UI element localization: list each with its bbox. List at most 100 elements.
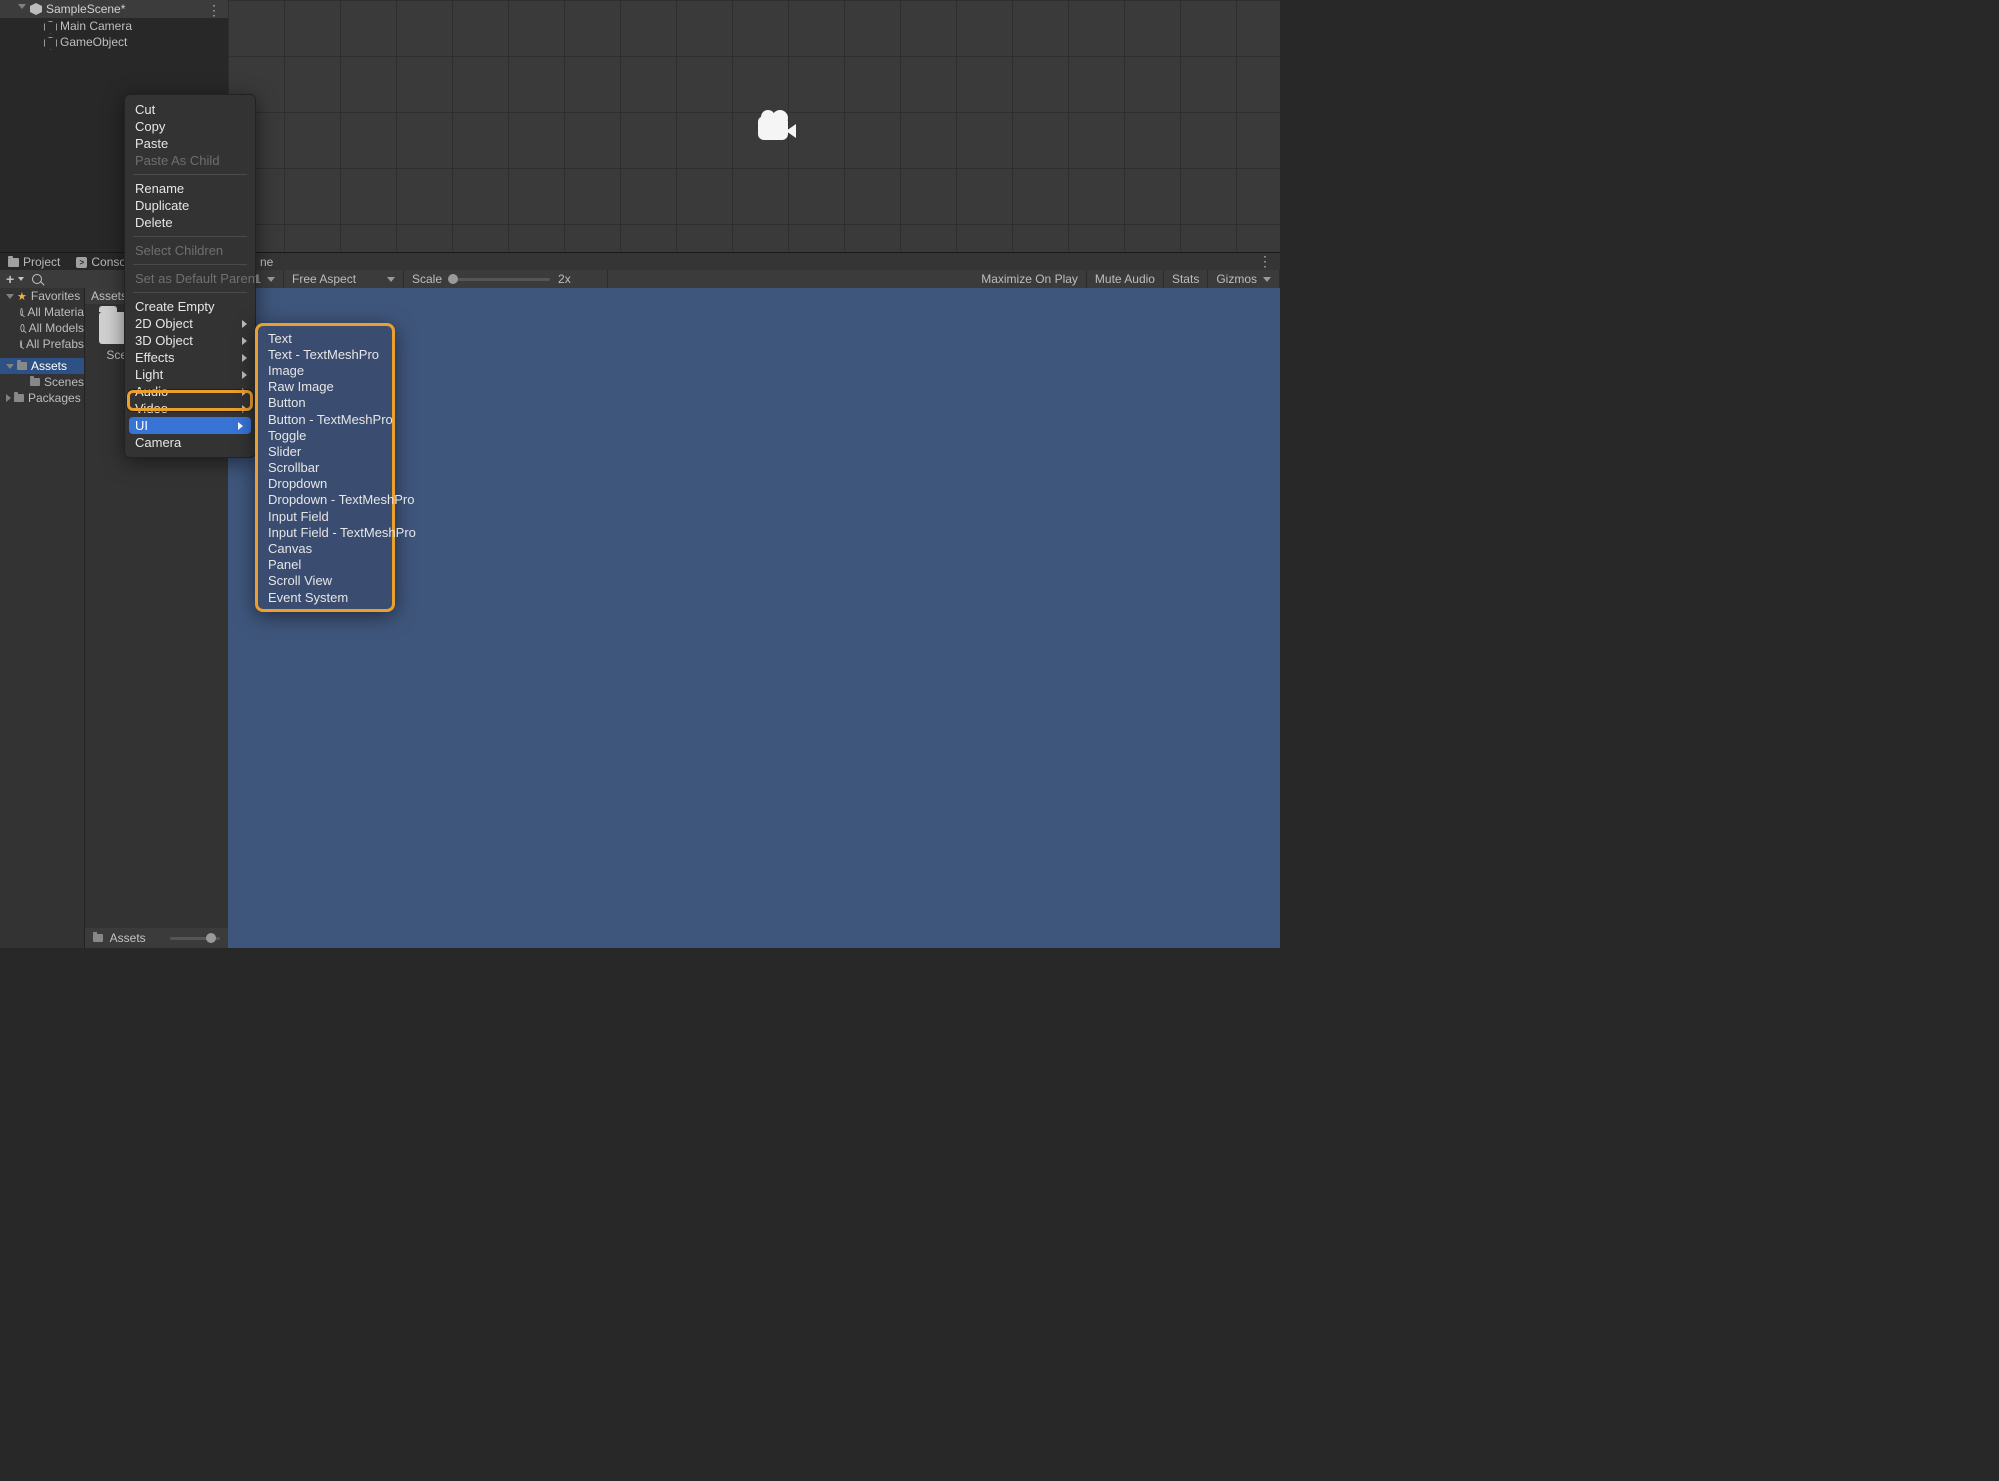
submenu-slider[interactable]: Slider <box>264 443 386 459</box>
label: All Materia <box>27 305 84 319</box>
menu-effects[interactable]: Effects <box>125 349 255 366</box>
menu-copy[interactable]: Copy <box>125 118 255 135</box>
gizmos-dropdown[interactable]: Gizmos <box>1208 270 1280 288</box>
label: Scenes <box>44 375 84 389</box>
hierarchy-item[interactable]: Main Camera <box>0 18 228 34</box>
separator <box>133 174 247 175</box>
chevron-down-icon <box>6 294 14 299</box>
submenu-toggle[interactable]: Toggle <box>264 427 386 443</box>
submenu-event-system[interactable]: Event System <box>264 589 386 605</box>
label: 2D Object <box>135 316 193 331</box>
submenu-input-field[interactable]: Input Field <box>264 508 386 524</box>
label: Delete <box>135 215 173 230</box>
assets-folder[interactable]: Assets <box>0 358 84 374</box>
folder-icon <box>93 934 103 942</box>
scale-control[interactable]: Scale 2x <box>404 270 608 288</box>
label: Paste <box>135 136 168 151</box>
tab-game-tail: ne <box>260 255 273 269</box>
label: Text - TextMeshPro <box>268 347 379 362</box>
favorites-header[interactable]: ★ Favorites <box>0 288 84 304</box>
mute-toggle[interactable]: Mute Audio <box>1087 270 1164 288</box>
submenu-button-tmp[interactable]: Button - TextMeshPro <box>264 411 386 427</box>
label: All Prefabs <box>26 337 84 351</box>
submenu-canvas[interactable]: Canvas <box>264 540 386 556</box>
label: Image <box>268 363 304 378</box>
submenu-dropdown-tmp[interactable]: Dropdown - TextMeshPro <box>264 492 386 508</box>
game-toolbar: y 1 Free Aspect Scale 2x Maximize On Pla… <box>228 270 1280 288</box>
separator <box>133 236 247 237</box>
menu-video[interactable]: Video <box>125 400 255 417</box>
folder-icon <box>14 394 24 402</box>
label: Duplicate <box>135 198 189 213</box>
chevron-down-icon <box>387 277 395 282</box>
menu-rename[interactable]: Rename <box>125 180 255 197</box>
label: Favorites <box>31 289 80 303</box>
packages-folder[interactable]: Packages <box>0 390 84 406</box>
submenu-input-field-tmp[interactable]: Input Field - TextMeshPro <box>264 524 386 540</box>
submenu-raw-image[interactable]: Raw Image <box>264 379 386 395</box>
folder-icon <box>8 258 19 267</box>
tab-project[interactable]: Project <box>0 253 68 271</box>
favorite-item[interactable]: All Models <box>0 320 84 336</box>
separator <box>133 292 247 293</box>
label: Button <box>268 395 306 410</box>
scene-name: SampleScene* <box>46 2 125 16</box>
folder-item[interactable]: Scenes <box>0 374 84 390</box>
menu-light[interactable]: Light <box>125 366 255 383</box>
stats-toggle[interactable]: Stats <box>1164 270 1208 288</box>
label: Toggle <box>268 428 306 443</box>
menu-paste[interactable]: Paste <box>125 135 255 152</box>
menu-camera[interactable]: Camera <box>125 434 255 451</box>
scale-label: Scale <box>412 272 442 286</box>
hierarchy-item[interactable]: GameObject <box>0 34 228 50</box>
menu-3d-object[interactable]: 3D Object <box>125 332 255 349</box>
scene-header[interactable]: SampleScene* ⋮ <box>0 0 228 18</box>
gameobject-icon <box>44 37 55 48</box>
favorite-item[interactable]: All Prefabs <box>0 336 84 352</box>
label: All Models <box>29 321 84 335</box>
maximize-toggle[interactable]: Maximize On Play <box>973 270 1087 288</box>
menu-2d-object[interactable]: 2D Object <box>125 315 255 332</box>
label: Button - TextMeshPro <box>268 412 393 427</box>
label: UI <box>135 418 148 433</box>
label: Canvas <box>268 541 312 556</box>
thumbnail-size-slider[interactable] <box>170 937 220 940</box>
grid <box>228 0 1280 252</box>
aspect-dropdown[interactable]: Free Aspect <box>284 270 404 288</box>
kebab-icon[interactable]: ⋮ <box>207 2 220 19</box>
menu-ui[interactable]: UI <box>129 417 251 434</box>
label: Panel <box>268 557 301 572</box>
search-icon[interactable] <box>32 274 42 284</box>
menu-cut[interactable]: Cut <box>125 101 255 118</box>
chevron-down-icon <box>267 277 275 282</box>
submenu-text-tmp[interactable]: Text - TextMeshPro <box>264 346 386 362</box>
submenu-panel[interactable]: Panel <box>264 557 386 573</box>
gameobject-icon <box>44 21 55 32</box>
menu-duplicate[interactable]: Duplicate <box>125 197 255 214</box>
scale-slider[interactable] <box>450 278 550 281</box>
object-label: Main Camera <box>60 19 132 33</box>
label: Create Empty <box>135 299 214 314</box>
menu-audio[interactable]: Audio <box>125 383 255 400</box>
chevron-down-icon[interactable] <box>18 277 24 281</box>
scene-viewport[interactable] <box>228 0 1280 252</box>
label: Input Field - TextMeshPro <box>268 525 416 540</box>
menu-create-empty[interactable]: Create Empty <box>125 298 255 315</box>
submenu-scroll-view[interactable]: Scroll View <box>264 573 386 589</box>
submenu-text[interactable]: Text <box>264 330 386 346</box>
label: Text <box>268 331 292 346</box>
star-icon: ★ <box>17 290 27 303</box>
label: Paste As Child <box>135 153 220 168</box>
label: 3D Object <box>135 333 193 348</box>
favorite-item[interactable]: All Materia <box>0 304 84 320</box>
kebab-icon[interactable]: ⋮ <box>1258 253 1272 270</box>
submenu-button[interactable]: Button <box>264 395 386 411</box>
footer-path[interactable]: Assets <box>93 931 146 945</box>
add-icon[interactable]: + <box>6 273 14 285</box>
submenu-scrollbar[interactable]: Scrollbar <box>264 460 386 476</box>
submenu-dropdown[interactable]: Dropdown <box>264 476 386 492</box>
tab-label: Project <box>23 255 60 269</box>
chevron-down-icon <box>1263 277 1271 282</box>
submenu-image[interactable]: Image <box>264 362 386 378</box>
menu-delete[interactable]: Delete <box>125 214 255 231</box>
